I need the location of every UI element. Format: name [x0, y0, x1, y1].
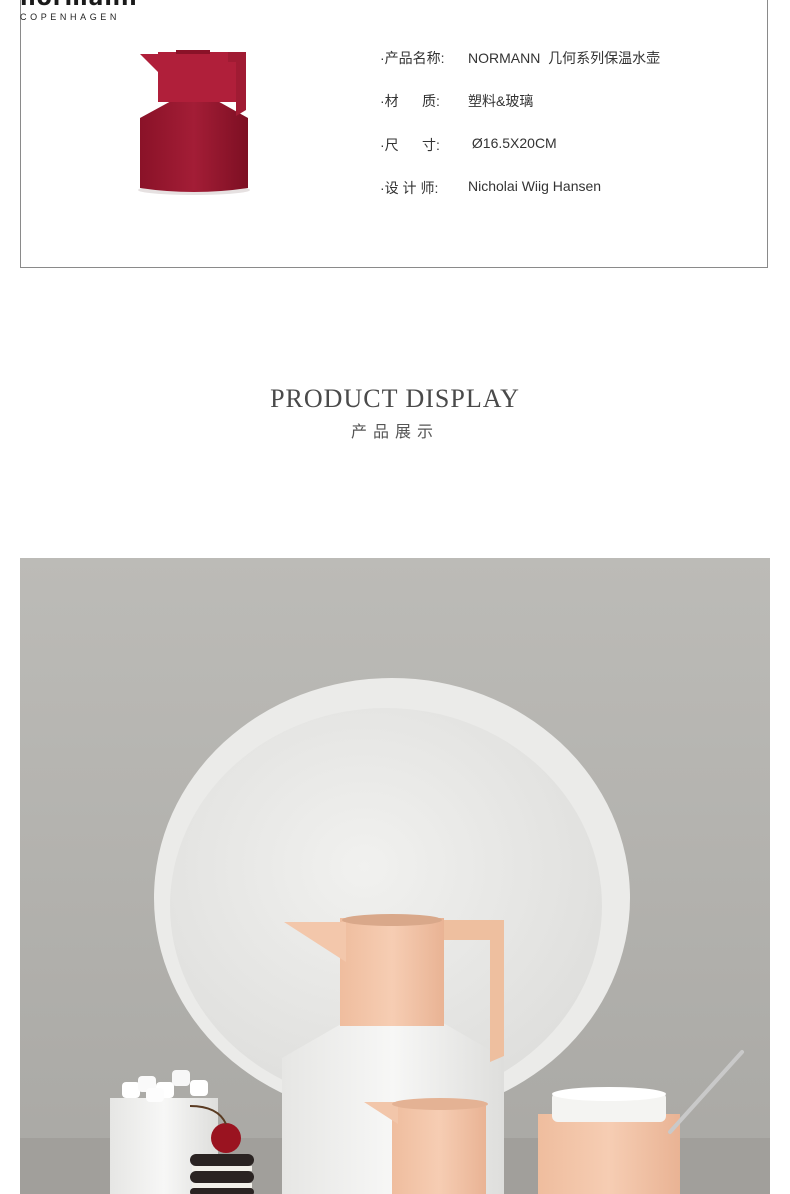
brand-name: normann: [20, 0, 138, 10]
sugar-bowl-lid-top: [552, 1087, 666, 1101]
product-image: [138, 50, 250, 195]
small-jug-top: [392, 1098, 488, 1110]
spec-label: ·尺 寸:: [380, 137, 440, 153]
large-jug-neck: [340, 918, 444, 1026]
spec-value: Nicholai Wiig Hansen: [468, 178, 602, 194]
jug-body: [140, 94, 248, 192]
jug-spout: [140, 54, 162, 76]
spec-value: NORMANN 几何系列保温水壶: [468, 50, 661, 66]
jug-neck: [158, 52, 236, 102]
spec-label: ·设 计 师:: [380, 180, 439, 196]
spec-label: ·产品名称:: [380, 50, 445, 66]
spec-row-designer: ·设 计 师: Nicholai Wiig Hansen: [380, 178, 601, 198]
small-jug-body: [392, 1106, 486, 1194]
spec-value: 塑料&玻璃: [468, 93, 534, 109]
spec-row-name: ·产品名称: NORMANN 几何系列保温水壶: [380, 48, 660, 68]
jug-lid: [176, 50, 210, 54]
spec-row-material: ·材 质: 塑料&玻璃: [380, 91, 533, 111]
brand-logo: normann COPENHAGEN: [20, 0, 138, 22]
sugar-bowl: [538, 1114, 680, 1194]
section-title: PRODUCT DISPLAY: [270, 384, 520, 413]
section-subtitle: 产品展示: [350, 424, 439, 441]
cookie-stack: [190, 1154, 254, 1194]
cherry: [211, 1123, 241, 1153]
product-display-photo: [20, 558, 770, 1194]
spec-label: ·材 质:: [380, 93, 440, 109]
brand-subtitle: COPENHAGEN: [20, 12, 121, 22]
large-jug-lid: [342, 914, 442, 926]
spec-value: Ø16.5X20CM: [468, 135, 557, 151]
spec-row-size: ·尺 寸: Ø16.5X20CM: [380, 135, 557, 155]
